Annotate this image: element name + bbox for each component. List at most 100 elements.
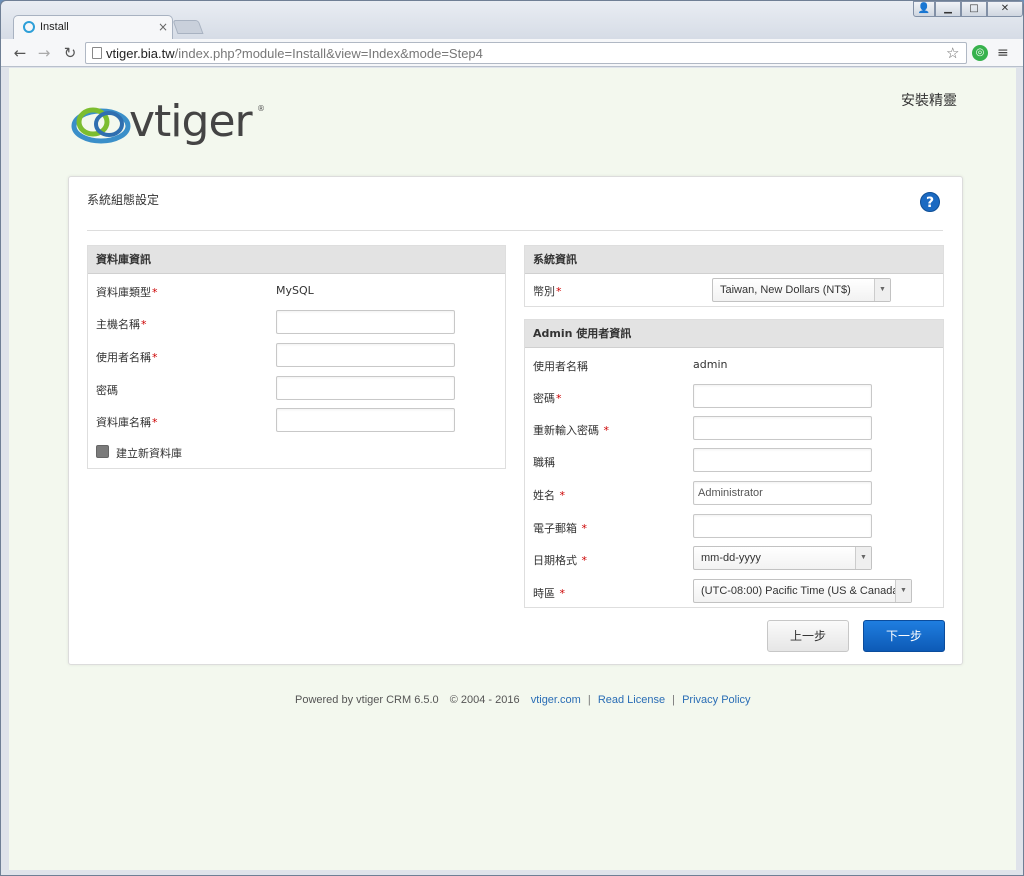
required-mark: *	[152, 286, 158, 299]
db-type-value: MySQL	[276, 284, 314, 297]
currency-label: 幣別*	[533, 283, 562, 299]
browser-window: Install × 👤 ▁ □ ✕ ← → ↻ vtiger.bia.tw/in…	[0, 0, 1024, 876]
required-mark: *	[581, 522, 588, 535]
admin-password-input[interactable]	[693, 384, 872, 408]
currency-selected: Taiwan, New Dollars (NT$)	[720, 284, 851, 296]
help-icon[interactable]: ?	[920, 192, 940, 212]
retype-password-label-text: 重新輸入密碼	[533, 424, 599, 437]
lastname-label: 姓名 *	[533, 487, 565, 503]
db-name-label: 資料庫名稱*	[96, 414, 158, 430]
logo-text: vtiger	[129, 96, 253, 147]
currency-select[interactable]: Taiwan, New Dollars (NT$) ▼	[712, 278, 891, 302]
admin-info-block: Admin 使用者資訊 使用者名稱 admin 密碼* 重新輸入密碼 * 職稱	[524, 319, 944, 608]
admin-username-label: 使用者名稱	[533, 360, 588, 373]
lastname-label-text: 姓名	[533, 489, 555, 502]
db-type-label: 資料庫類型*	[96, 284, 158, 300]
db-type-row: 資料庫類型* MySQL	[88, 278, 505, 304]
title-bar: Install × 👤 ▁ □ ✕	[1, 1, 1023, 39]
forward-icon[interactable]: →	[35, 44, 53, 62]
timezone-select[interactable]: (UTC-08:00) Pacific Time (US & Canada) ▼	[693, 579, 912, 603]
bookmark-star-icon[interactable]: ☆	[946, 44, 959, 62]
db-host-input[interactable]	[276, 310, 455, 334]
logo-registered-mark: ®	[257, 104, 265, 113]
db-name-input[interactable]	[276, 408, 455, 432]
tab-title: Install	[40, 21, 69, 33]
wizard-title: 安裝精靈	[901, 93, 957, 109]
db-password-row: 密碼	[88, 376, 505, 402]
minimize-button[interactable]: ▁	[935, 1, 961, 17]
address-bar[interactable]: vtiger.bia.tw/index.php?module=Install&v…	[85, 42, 967, 64]
db-host-label-text: 主機名稱	[96, 318, 140, 331]
required-mark: *	[559, 587, 566, 600]
db-user-label: 使用者名稱*	[96, 349, 158, 365]
create-db-checkbox[interactable]	[96, 445, 109, 458]
date-format-label-text: 日期格式	[533, 554, 577, 567]
tab-close-icon[interactable]: ×	[158, 20, 168, 34]
footer: Powered by vtiger CRM 6.5.0 © 2004 - 201…	[295, 694, 751, 706]
extension-icon[interactable]: ◎	[972, 45, 988, 61]
create-db-row: 建立新資料庫	[88, 439, 505, 465]
admin-password-label: 密碼*	[533, 390, 562, 406]
date-format-row: 日期格式 * mm-dd-yyyy ▼	[525, 546, 943, 572]
browser-toolbar: ← → ↻ vtiger.bia.tw/index.php?module=Ins…	[1, 39, 1023, 67]
db-username-input[interactable]	[276, 343, 455, 367]
new-tab-button[interactable]	[172, 20, 204, 34]
retype-password-input[interactable]	[693, 416, 872, 440]
page-viewport: vtiger ® 安裝精靈 系統組態設定 ? 資料庫資訊 資料庫類型* MySQ…	[9, 68, 1016, 870]
footer-link-license[interactable]: Read License	[598, 694, 665, 706]
currency-row: 幣別* Taiwan, New Dollars (NT$) ▼	[525, 277, 943, 303]
admin-username-row: 使用者名稱 admin	[525, 352, 943, 378]
url-text: vtiger.bia.tw/index.php?module=Install&v…	[106, 46, 483, 61]
back-icon[interactable]: ←	[11, 44, 29, 62]
email-label: 電子郵箱 *	[533, 520, 587, 536]
close-window-button[interactable]: ✕	[987, 1, 1023, 17]
db-password-label: 密碼	[96, 384, 118, 397]
profile-button[interactable]: 👤	[913, 1, 935, 17]
lastname-row: 姓名 * Administrator	[525, 481, 943, 507]
footer-link-privacy[interactable]: Privacy Policy	[682, 694, 750, 706]
browser-tab[interactable]: Install ×	[13, 15, 173, 39]
next-button[interactable]: 下一步	[863, 620, 945, 652]
email-input[interactable]	[693, 514, 872, 538]
url-path: /index.php?module=Install&view=Index&mod…	[174, 46, 483, 61]
admin-username-value: admin	[693, 358, 728, 371]
retype-password-row: 重新輸入密碼 *	[525, 416, 943, 442]
divider	[87, 230, 943, 231]
maximize-button[interactable]: □	[961, 1, 987, 17]
chevron-down-icon: ▼	[874, 279, 890, 301]
panel-title: 系統組態設定	[87, 193, 160, 207]
required-mark: *	[141, 318, 147, 331]
footer-powered: Powered by vtiger CRM 6.5.0	[295, 694, 439, 706]
footer-separator: |	[587, 694, 591, 706]
job-title-row: 職稱	[525, 448, 943, 474]
date-format-select[interactable]: mm-dd-yyyy ▼	[693, 546, 872, 570]
footer-link-vtiger[interactable]: vtiger.com	[531, 694, 581, 706]
job-title-label: 職稱	[533, 456, 555, 469]
db-user-label-text: 使用者名稱	[96, 351, 151, 364]
create-db-label: 建立新資料庫	[116, 447, 182, 460]
required-mark: *	[556, 392, 562, 405]
job-title-input[interactable]	[693, 448, 872, 472]
timezone-label: 時區 *	[533, 585, 565, 601]
db-password-input[interactable]	[276, 376, 455, 400]
required-mark: *	[581, 554, 588, 567]
page-icon	[92, 47, 102, 59]
system-info-block: 系統資訊 幣別* Taiwan, New Dollars (NT$) ▼	[524, 245, 944, 307]
timezone-row: 時區 * (UTC-08:00) Pacific Time (US & Cana…	[525, 579, 943, 605]
reload-icon[interactable]: ↻	[61, 44, 79, 62]
vtiger-cloud-icon	[71, 107, 131, 144]
previous-button[interactable]: 上一步	[767, 620, 849, 652]
admin-password-label-text: 密碼	[533, 392, 555, 405]
lastname-input[interactable]: Administrator	[693, 481, 872, 505]
db-host-label: 主機名稱*	[96, 316, 147, 332]
email-row: 電子郵箱 *	[525, 514, 943, 540]
database-info-block: 資料庫資訊 資料庫類型* MySQL 主機名稱* 使用者名稱* 密碼 資料庫名稱…	[87, 245, 506, 469]
database-info-heading: 資料庫資訊	[88, 246, 505, 274]
required-mark: *	[556, 285, 562, 298]
db-name-row: 資料庫名稱*	[88, 408, 505, 434]
db-name-label-text: 資料庫名稱	[96, 416, 151, 429]
menu-icon[interactable]: ≡	[997, 45, 1009, 61]
admin-password-row: 密碼*	[525, 384, 943, 410]
required-mark: *	[603, 424, 610, 437]
required-mark: *	[152, 351, 158, 364]
